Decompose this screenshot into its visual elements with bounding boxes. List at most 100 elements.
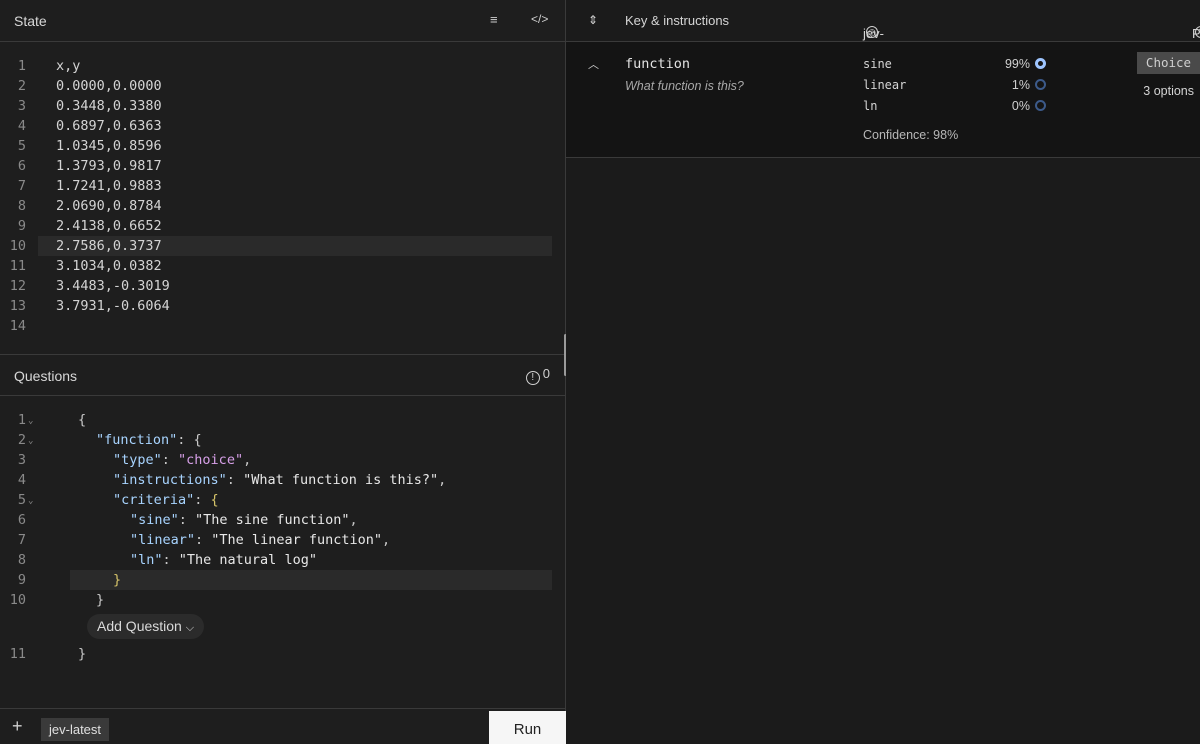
line-number: 10	[9, 592, 26, 608]
line-number: 6	[17, 512, 26, 528]
code-text: 3.4483,-0.3019	[56, 278, 170, 294]
json-value: "The natural log"	[178, 552, 317, 568]
column-key-instructions: Key & instructions	[625, 13, 730, 28]
json-key: "function"	[96, 432, 178, 448]
line-number: 7	[17, 532, 26, 548]
code-text: 3.1034,0.0382	[56, 258, 162, 274]
alert-icon: !	[525, 371, 540, 385]
code-line: 5 ⌄ "criteria": {	[0, 490, 566, 510]
line-number: 4	[17, 472, 26, 488]
code-line: 6 1.3793,0.9817	[0, 156, 566, 176]
code-line: 8 "ln": "The natural log"	[0, 550, 566, 570]
option-percent: 0%	[1011, 99, 1030, 113]
issue-count: 0	[542, 366, 550, 381]
code-text: "criteria": {	[113, 492, 219, 508]
sort-icon[interactable]: ⇕	[588, 13, 598, 27]
chevron-down-icon: ⌵	[185, 622, 195, 634]
line-number: 14	[9, 318, 26, 334]
json-key: "linear"	[130, 532, 196, 548]
option-percent: 99%	[1004, 57, 1030, 71]
run-button[interactable]: Run	[489, 711, 566, 744]
code-line: 7 1.7241,0.9883	[0, 176, 566, 196]
code-line: 9 2.4138,0.6652	[0, 216, 566, 236]
line-number: 8	[17, 198, 26, 214]
option-radio	[1035, 79, 1046, 90]
code-text: "instructions": "What function is this?"…	[113, 472, 447, 488]
code-text: 2.7586,0.3737	[56, 238, 162, 254]
questions-editor[interactable]: 1 ⌄ { 2 ⌄ "function": { 3 "type": "choic…	[0, 410, 566, 700]
code-text: x,y	[56, 58, 81, 74]
code-line: 6 "sine": "The sine function",	[0, 510, 566, 530]
json-key: "instructions"	[113, 472, 227, 488]
fold-chevron-icon[interactable]: ⌄	[28, 491, 33, 511]
code-line: 11 }	[0, 644, 566, 664]
model-selector[interactable]: jev-latest	[41, 718, 110, 741]
line-number: 1	[17, 58, 26, 74]
option-label: linear	[863, 78, 907, 92]
option-percent: 1%	[1011, 78, 1030, 92]
state-header: State ≡ </>	[0, 0, 566, 42]
results-pane: ⇕ Key & instructions jev-latest◷ Primiti…	[566, 0, 1200, 744]
code-text: 1.3793,0.9817	[56, 158, 162, 174]
fold-chevron-icon[interactable]: ⌄	[28, 431, 33, 451]
code-line: 5 1.0345,0.8596	[0, 136, 566, 156]
code-line: 4 0.6897,0.6363	[0, 116, 566, 136]
line-number: 4	[17, 118, 26, 134]
line-number: 2	[17, 432, 26, 448]
json-key: "sine"	[130, 512, 179, 528]
code-text: }	[96, 592, 105, 608]
result-row[interactable]: ︿ function What function is this? sine 9…	[566, 42, 1200, 158]
json-value: "The linear function"	[211, 532, 382, 548]
line-number: 9	[17, 218, 26, 234]
code-text: "linear": "The linear function",	[130, 532, 391, 548]
line-number: 10	[9, 238, 26, 254]
json-value: "What function is this?"	[243, 472, 439, 488]
editor-pane: State ≡ </> 1 x,y 2 0.0000,0.0000 3 0.3448,0.…	[0, 0, 567, 744]
line-number: 5	[17, 492, 26, 508]
questions-title: Questions	[14, 368, 78, 384]
code-text: "sine": "The sine function",	[130, 512, 358, 528]
code-line: 13 3.7931,-0.6064	[0, 296, 566, 316]
code-line: 2 ⌄ "function": {	[0, 430, 566, 450]
code-line: 8 2.0690,0.8784	[0, 196, 566, 216]
questions-header: Questions ! 0	[0, 354, 566, 396]
code-line: 1 x,y	[0, 56, 566, 76]
code-text: "function": {	[96, 432, 202, 448]
line-number: 1	[17, 412, 26, 428]
option-label: sine	[863, 57, 892, 71]
line-number: 11	[9, 258, 26, 274]
code-text: 0.3448,0.3380	[56, 98, 162, 114]
code-text: }	[113, 572, 122, 588]
confidence-label: Confidence: 98%	[863, 128, 959, 142]
line-number: 13	[9, 298, 26, 314]
line-number: 8	[17, 552, 26, 568]
line-number: 11	[9, 646, 26, 662]
clock-icon[interactable]: ◷	[866, 26, 878, 38]
code-text: 1.0345,0.8596	[56, 138, 162, 154]
line-number: 5	[17, 138, 26, 154]
fold-chevron-icon[interactable]: ⌄	[28, 411, 33, 431]
code-text: 1.7241,0.9883	[56, 178, 162, 194]
result-key: function	[625, 56, 691, 72]
option-label: ln	[863, 99, 878, 113]
format-icon[interactable]: ≡	[490, 12, 498, 27]
add-icon[interactable]: +	[12, 716, 23, 737]
collapse-chevron-icon[interactable]: ︿	[588, 56, 599, 72]
result-instructions: What function is this?	[625, 79, 744, 93]
code-line: 14	[0, 316, 566, 336]
code-view-icon[interactable]: </>	[531, 12, 548, 26]
help-icon[interactable]: ?	[1195, 26, 1200, 38]
code-line: 3 0.3448,0.3380	[0, 96, 566, 116]
option-radio	[1035, 100, 1046, 111]
json-value: "The sine function"	[195, 512, 350, 528]
code-text: 2.4138,0.6652	[56, 218, 162, 234]
json-key: "type"	[113, 452, 162, 468]
code-text: 0.6897,0.6363	[56, 118, 162, 134]
code-line: 9 }	[0, 570, 566, 590]
code-text: 0.0000,0.0000	[56, 78, 162, 94]
code-line: 7 "linear": "The linear function",	[0, 530, 566, 550]
add-question-button[interactable]: Add Question ⌵	[87, 614, 205, 639]
code-line: 4 "instructions": "What function is this…	[0, 470, 566, 490]
issues-badge[interactable]: ! 0	[525, 366, 550, 385]
code-line: 10 }	[0, 590, 566, 610]
